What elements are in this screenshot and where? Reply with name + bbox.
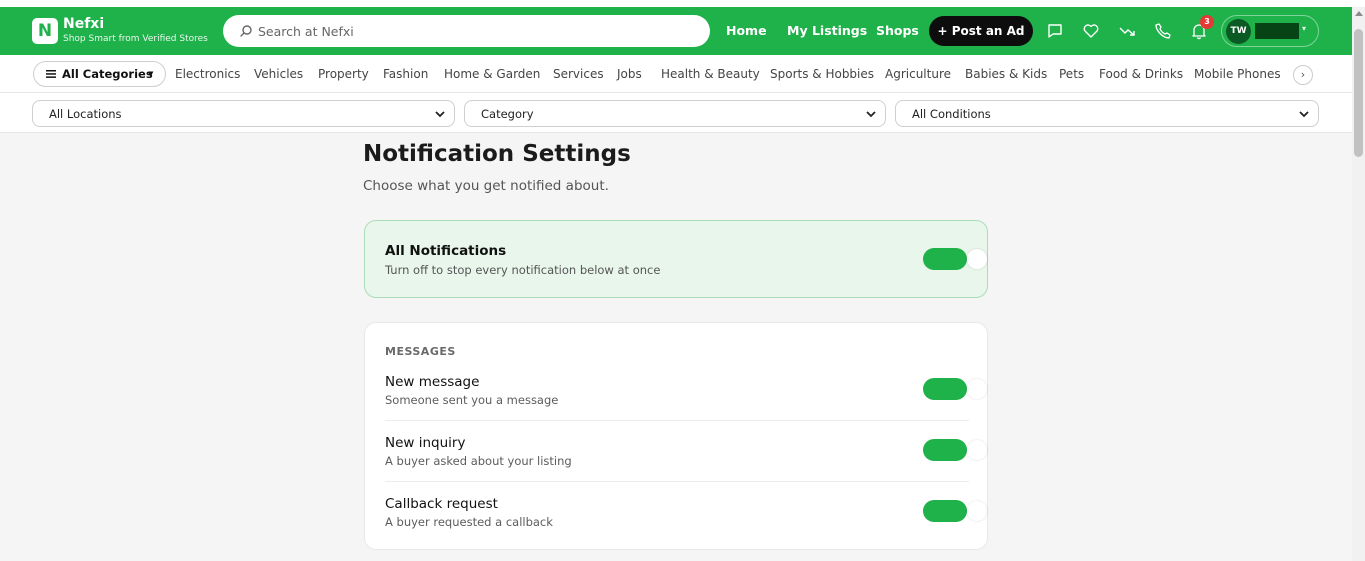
category-agriculture[interactable]: Agriculture (885, 67, 951, 81)
setting-row-new-inquiry: New inquiry A buyer asked about your lis… (385, 435, 987, 496)
setting-row-callback-request: Callback request A buyer requested a cal… (385, 496, 987, 557)
scrollbar-thumb[interactable] (1354, 29, 1363, 157)
category-select[interactable]: Category (464, 100, 886, 127)
site-header: N Nefxi Shop Smart from Verified Stores … (0, 7, 1352, 55)
toggle-knob (967, 501, 987, 521)
account-name-redacted (1255, 23, 1299, 39)
toggle-knob (967, 249, 987, 269)
divider (385, 481, 969, 482)
avatar: TW (1226, 19, 1251, 44)
category-services[interactable]: Services (553, 67, 604, 81)
setting-row-new-message: New message Someone sent you a message (385, 374, 987, 435)
nav-home[interactable]: Home (726, 23, 767, 38)
category-home-garden[interactable]: Home & Garden (444, 67, 540, 81)
chevron-down-icon (1299, 111, 1309, 118)
toggle-knob (967, 440, 987, 460)
new-inquiry-toggle[interactable] (923, 439, 987, 461)
chevron-down-icon: ▾ (1302, 24, 1307, 33)
all-notifications-card: All Notifications Turn off to stop every… (364, 220, 988, 298)
new-message-toggle[interactable] (923, 378, 987, 400)
chat-icon[interactable] (1046, 22, 1064, 40)
category-sports-hobbies[interactable]: Sports & Hobbies (770, 67, 874, 81)
category-pets[interactable]: Pets (1059, 67, 1084, 81)
category-jobs[interactable]: Jobs (617, 67, 642, 81)
page-title: Notification Settings (363, 141, 631, 167)
chevron-down-icon (866, 111, 876, 118)
trending-down-icon[interactable] (1118, 22, 1136, 40)
condition-select-value: All Conditions (912, 107, 991, 121)
chevron-right-icon[interactable]: › (1293, 65, 1313, 85)
nav-my-listings[interactable]: My Listings (787, 23, 867, 38)
all-categories-label: All Categories (62, 67, 153, 81)
category-vehicles[interactable]: Vehicles (254, 67, 303, 81)
messages-settings-card: MESSAGES New message Someone sent you a … (364, 322, 988, 550)
callback-request-toggle[interactable] (923, 500, 987, 522)
all-notifications-desc: Turn off to stop every notification belo… (385, 263, 661, 277)
scroll-up-arrow[interactable] (1355, 11, 1363, 16)
category-bar: All Categories ▼ Electronics Vehicles Pr… (0, 55, 1352, 93)
caret-down-icon: ▼ (148, 70, 154, 78)
setting-desc: A buyer requested a callback (385, 515, 553, 529)
setting-desc: A buyer asked about your listing (385, 454, 572, 468)
category-property[interactable]: Property (318, 67, 369, 81)
notification-count-badge: 3 (1200, 15, 1214, 29)
brand-name[interactable]: Nefxi (63, 16, 104, 32)
setting-title: New message (385, 374, 480, 390)
window-top-strip (0, 0, 1365, 7)
logo[interactable]: N (32, 18, 58, 44)
filter-bar: All Locations Category All Conditions (0, 93, 1352, 133)
category-electronics[interactable]: Electronics (175, 67, 240, 81)
brand-tagline: Shop Smart from Verified Stores (63, 34, 208, 44)
category-food-drinks[interactable]: Food & Drinks (1099, 67, 1183, 81)
category-mobile-phones[interactable]: Mobile Phones (1194, 67, 1281, 81)
setting-title: New inquiry (385, 435, 466, 451)
category-babies-kids[interactable]: Babies & Kids (965, 67, 1047, 81)
location-select-value: All Locations (49, 107, 122, 121)
post-ad-button[interactable]: + Post an Ad (929, 16, 1033, 46)
search-input[interactable] (258, 21, 698, 41)
menu-icon (46, 70, 56, 78)
location-select[interactable]: All Locations (32, 100, 455, 127)
setting-title: Callback request (385, 496, 498, 512)
all-categories-button[interactable]: All Categories ▼ (33, 61, 166, 87)
all-notifications-toggle[interactable] (923, 248, 987, 270)
condition-select[interactable]: All Conditions (895, 100, 1319, 127)
section-title-messages: MESSAGES (385, 345, 456, 358)
search-bar (223, 15, 710, 47)
heart-icon[interactable] (1082, 22, 1100, 40)
toggle-knob (967, 379, 987, 399)
chevron-down-icon (435, 111, 445, 118)
page-subtitle: Choose what you get notified about. (363, 178, 609, 194)
category-fashion[interactable]: Fashion (383, 67, 428, 81)
account-menu[interactable]: TW ▾ (1221, 15, 1319, 47)
page-scrollbar[interactable] (1352, 7, 1365, 561)
nav-shops[interactable]: Shops (876, 23, 919, 38)
all-notifications-title: All Notifications (385, 243, 507, 259)
category-health-beauty[interactable]: Health & Beauty (661, 67, 760, 81)
setting-desc: Someone sent you a message (385, 393, 559, 407)
search-icon (240, 25, 252, 37)
divider (385, 420, 969, 421)
logo-letter: N (37, 21, 53, 41)
phone-icon[interactable] (1154, 22, 1172, 40)
category-select-value: Category (481, 107, 534, 121)
